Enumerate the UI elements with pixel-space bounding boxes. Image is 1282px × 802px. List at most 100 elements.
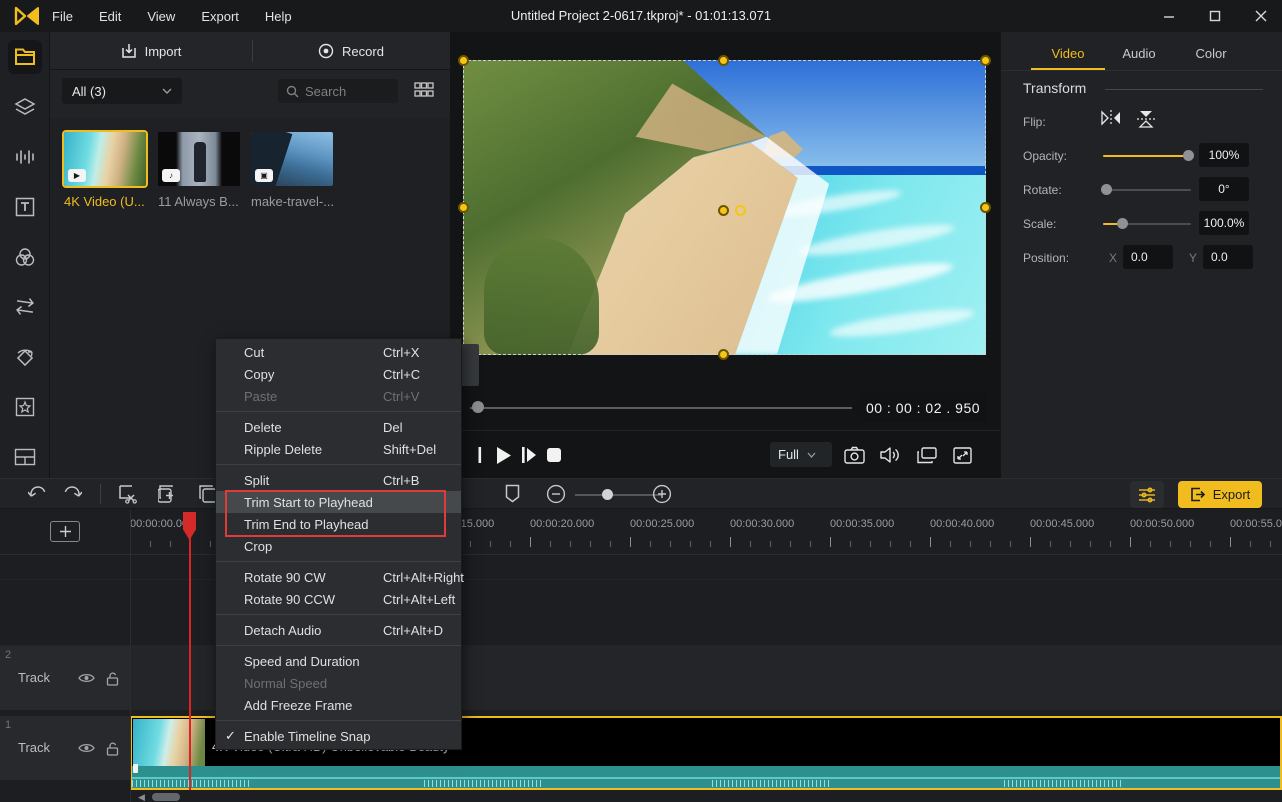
seek-bar[interactable]	[470, 407, 852, 409]
sidebar-item-transitions[interactable]	[8, 290, 42, 324]
maximize-button[interactable]	[1196, 0, 1234, 32]
handle-left-middle[interactable]	[458, 202, 469, 213]
track-2-header[interactable]: 2 Track	[0, 646, 130, 710]
media-item-4k-video[interactable]: ▶ 4K Video (U...	[62, 130, 148, 209]
scale-slider[interactable]	[1103, 218, 1191, 229]
media-item-always-b[interactable]: ♪ 11 Always B...	[158, 132, 242, 209]
redo-button[interactable]	[62, 484, 82, 502]
ruler-timecode-label: 00:00:35.000	[830, 518, 895, 530]
tab-record[interactable]: Record	[252, 32, 450, 70]
menu-export[interactable]: Export	[201, 9, 239, 24]
position-x-field[interactable]	[1123, 245, 1173, 269]
clip-fade-handle[interactable]	[133, 764, 138, 773]
sidebar	[0, 32, 50, 478]
marker-button[interactable]	[505, 484, 520, 503]
stop-button[interactable]	[547, 448, 561, 462]
opacity-slider-knob[interactable]	[1183, 150, 1194, 161]
context-menu-item-rotate-90-ccw[interactable]: Rotate 90 CCW Ctrl+Alt+Left	[216, 588, 461, 610]
menu-help[interactable]: Help	[265, 9, 292, 24]
anchor-point-handle[interactable]	[718, 205, 729, 216]
opacity-slider[interactable]	[1103, 150, 1194, 161]
ruler-tick	[170, 541, 171, 547]
split-clip-button[interactable]	[118, 484, 139, 504]
timeline-zoom-knob[interactable]	[602, 489, 613, 500]
mute-button[interactable]	[880, 446, 901, 464]
sidebar-item-split-screen[interactable]	[8, 440, 42, 474]
undo-button[interactable]	[28, 484, 48, 502]
search-box[interactable]	[278, 79, 398, 103]
search-input[interactable]	[305, 83, 385, 99]
opacity-value-field[interactable]	[1199, 143, 1249, 167]
context-menu-item-crop[interactable]: Crop	[216, 535, 461, 557]
context-menu-item-split[interactable]: Split Ctrl+B	[216, 469, 461, 491]
context-menu-item-trim-start-to-playhead[interactable]: Trim Start to Playhead	[216, 491, 461, 513]
sidebar-item-media[interactable]	[8, 40, 42, 74]
track-1-header[interactable]: 1 Track	[0, 716, 130, 780]
timeline-zoom-slider[interactable]	[575, 494, 661, 496]
fullscreen-button[interactable]	[953, 446, 972, 464]
minimize-button[interactable]	[1150, 0, 1188, 32]
timeline-zoom-in-button[interactable]	[652, 484, 672, 504]
step-forward-button[interactable]	[522, 447, 537, 463]
export-settings-button[interactable]	[1130, 481, 1164, 508]
handle-right-middle[interactable]	[980, 202, 991, 213]
sidebar-item-effects[interactable]	[8, 390, 42, 424]
sidebar-item-animations[interactable]	[8, 340, 42, 374]
step-backward-button[interactable]	[478, 447, 482, 463]
menu-file[interactable]: File	[52, 9, 73, 24]
context-menu-item-delete[interactable]: Delete Del	[216, 416, 461, 438]
sidebar-item-stock[interactable]	[8, 90, 42, 124]
context-menu-item-add-freeze-frame[interactable]: Add Freeze Frame	[216, 694, 461, 716]
track-visibility-toggle[interactable]	[78, 672, 95, 684]
export-button[interactable]: Export	[1178, 481, 1262, 508]
tab-color[interactable]: Color	[1177, 42, 1245, 66]
media-filter-dropdown[interactable]: All (3)	[62, 78, 182, 104]
handle-top-left[interactable]	[458, 55, 469, 66]
close-button[interactable]	[1242, 0, 1280, 32]
seek-handle[interactable]	[472, 401, 484, 413]
snapshot-button[interactable]	[844, 446, 865, 464]
handle-bottom-center[interactable]	[718, 349, 729, 360]
media-item-make-travel[interactable]: ▣ make-travel-...	[251, 132, 335, 209]
tab-video[interactable]: Video	[1031, 42, 1105, 66]
track-visibility-toggle[interactable]	[78, 742, 95, 754]
rotate-value-field[interactable]	[1199, 177, 1249, 201]
handle-top-center[interactable]	[718, 55, 729, 66]
add-track-button[interactable]	[50, 521, 80, 542]
scale-value-field[interactable]	[1199, 211, 1249, 235]
rotation-center-handle[interactable]	[735, 205, 746, 216]
context-menu-item-copy[interactable]: Copy Ctrl+C	[216, 363, 461, 385]
timeline-zoom-out-button[interactable]	[546, 484, 566, 504]
rotate-slider[interactable]	[1101, 184, 1191, 195]
grid-view-button[interactable]	[414, 80, 434, 100]
scroll-left-arrow[interactable]: ◀	[138, 792, 145, 802]
handle-top-right[interactable]	[980, 55, 991, 66]
context-menu-item-enable-timeline-snap[interactable]: ✓ Enable Timeline Snap	[216, 725, 461, 747]
tab-audio[interactable]: Audio	[1105, 42, 1173, 66]
copy-button[interactable]	[158, 484, 178, 504]
menu-item-label: Delete	[244, 419, 282, 435]
context-menu-item-ripple-delete[interactable]: Ripple Delete Shift+Del	[216, 438, 461, 460]
scrollbar-thumb[interactable]	[152, 793, 180, 801]
preview-zoom-dropdown[interactable]: Full	[770, 442, 832, 467]
play-button[interactable]	[496, 446, 511, 464]
context-menu-item-trim-end-to-playhead[interactable]: Trim End to Playhead	[216, 513, 461, 535]
context-menu-item-detach-audio[interactable]: Detach Audio Ctrl+Alt+D	[216, 619, 461, 641]
menu-edit[interactable]: Edit	[99, 9, 121, 24]
context-menu-item-cut[interactable]: Cut Ctrl+X	[216, 341, 461, 363]
flip-vertical-button[interactable]	[1137, 110, 1155, 128]
scale-slider-knob[interactable]	[1117, 218, 1128, 229]
track-lock-toggle[interactable]	[106, 742, 119, 756]
menu-view[interactable]: View	[147, 9, 175, 24]
dual-screen-button[interactable]	[917, 446, 937, 464]
sidebar-item-filters[interactable]	[8, 240, 42, 274]
sidebar-item-text[interactable]	[8, 190, 42, 224]
context-menu-item-speed-and-duration[interactable]: Speed and Duration	[216, 650, 461, 672]
track-lock-toggle[interactable]	[106, 672, 119, 686]
sidebar-item-audio[interactable]	[8, 140, 42, 174]
tab-import[interactable]: Import	[50, 32, 252, 70]
position-y-field[interactable]	[1203, 245, 1253, 269]
context-menu-item-rotate-90-cw[interactable]: Rotate 90 CW Ctrl+Alt+Right	[216, 566, 464, 588]
flip-horizontal-button[interactable]	[1101, 110, 1121, 126]
rotate-slider-knob[interactable]	[1101, 184, 1112, 195]
